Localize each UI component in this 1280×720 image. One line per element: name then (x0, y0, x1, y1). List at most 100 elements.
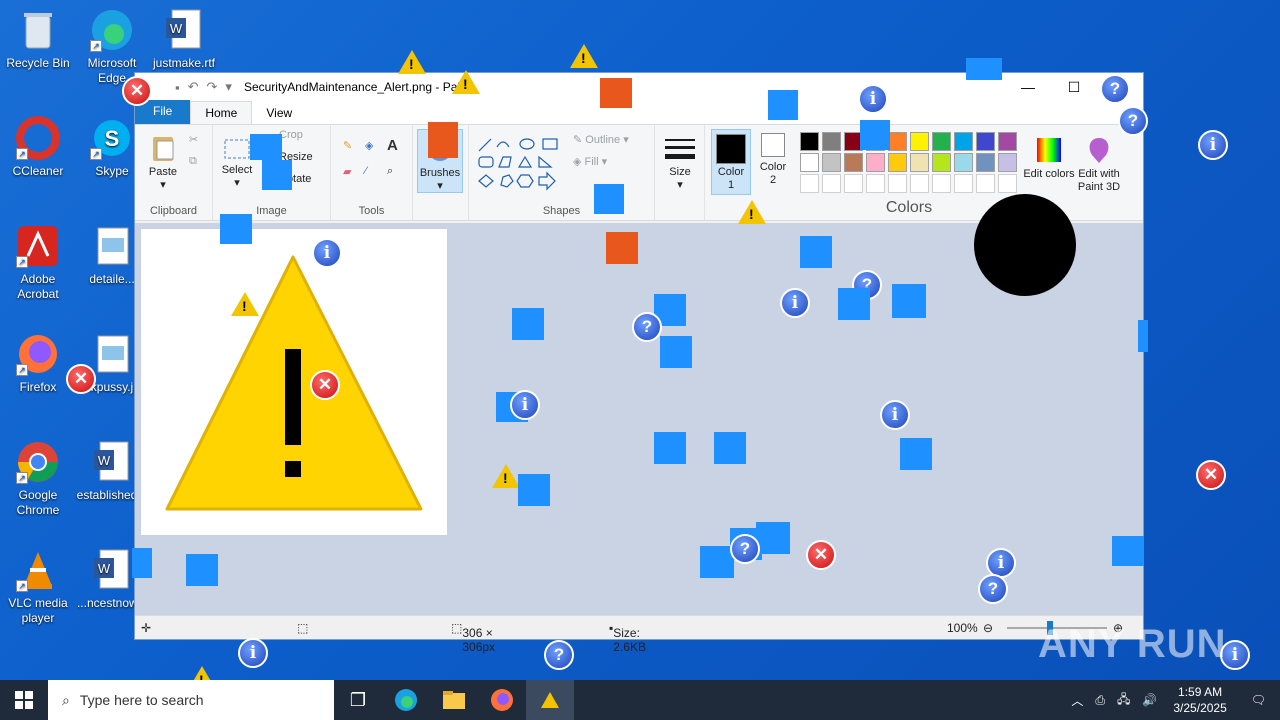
info-icon: i (880, 400, 910, 430)
color-swatch[interactable] (844, 174, 863, 193)
adobe-acrobat-icon: ↗ (16, 224, 60, 268)
color-swatch[interactable] (976, 132, 995, 151)
warning-image (165, 255, 423, 511)
color-swatch[interactable] (954, 132, 973, 151)
redo-icon[interactable]: ↷ (207, 79, 218, 95)
shortcut-arrow-icon: ↗ (16, 256, 28, 268)
desktop-icon-chrome[interactable]: ↗ Google Chrome (0, 440, 76, 518)
cut-icon[interactable]: ✂ (189, 133, 198, 146)
color-swatch[interactable] (910, 174, 929, 193)
shapes-gallery[interactable] (475, 135, 567, 191)
fill-button[interactable]: ◈ Fill ▾ (573, 155, 607, 168)
color-swatch[interactable] (910, 132, 929, 151)
warning-icon (398, 50, 426, 74)
notification-icon[interactable]: 🗨 (1237, 693, 1280, 707)
desktop-icon-ccleaner[interactable]: ↗ CCleaner (0, 116, 76, 179)
color-swatch[interactable] (998, 132, 1017, 151)
ribbon-tabs: File Home View (135, 100, 1143, 125)
color-swatch[interactable] (998, 174, 1017, 193)
zoom-out-button[interactable]: ⊖ (983, 621, 993, 635)
eraser-icon[interactable]: ▰ (343, 165, 351, 178)
watermark: ANY RUN (1038, 622, 1227, 666)
fill-bucket-icon[interactable]: ◈ (365, 139, 373, 152)
color-swatch[interactable] (910, 153, 929, 172)
glitch-tile (660, 336, 692, 368)
color-swatch[interactable] (888, 132, 907, 151)
task-view-button[interactable]: ❐ (334, 680, 382, 720)
color-swatch[interactable] (822, 174, 841, 193)
color-swatch[interactable] (822, 132, 841, 151)
start-button[interactable] (0, 680, 48, 720)
pencil-icon[interactable]: ✎ (343, 139, 352, 152)
tab-home[interactable]: Home (190, 101, 253, 124)
color-swatch[interactable] (998, 153, 1017, 172)
taskbar-paint[interactable] (526, 680, 574, 720)
minimize-button[interactable]: — (1005, 73, 1051, 101)
taskbar-edge[interactable] (382, 680, 430, 720)
glitch-tile (518, 474, 550, 506)
desktop-icon-label: Adobe Acrobat (17, 272, 59, 301)
color-swatch[interactable] (800, 153, 819, 172)
taskbar-firefox[interactable] (478, 680, 526, 720)
search-icon: ⌕ (62, 691, 70, 708)
device-icon[interactable]: ⎙ (1089, 693, 1111, 708)
chevron-up-icon[interactable]: ︿ (1065, 692, 1089, 709)
undo-icon[interactable]: ↶ (188, 79, 199, 95)
color1-button[interactable]: Color 1 (711, 129, 751, 195)
color-swatch[interactable] (954, 153, 973, 172)
network-icon[interactable]: 🖧 (1111, 690, 1136, 711)
image-file-icon (90, 332, 134, 376)
taskbar-file-explorer[interactable] (430, 680, 478, 720)
color-swatch[interactable] (932, 153, 951, 172)
text-tool-icon[interactable]: A (387, 137, 398, 154)
desktop-icon-label: VLC media player (8, 596, 68, 625)
color-picker-icon[interactable]: ⁄ (365, 165, 367, 177)
desktop-icon-justmake[interactable]: W justmake.rtf (146, 8, 222, 71)
tab-view[interactable]: View (252, 102, 306, 124)
clock[interactable]: 1:59 AM 3/25/2025 (1163, 684, 1236, 716)
color-swatch[interactable] (844, 153, 863, 172)
shortcut-arrow-icon: ↗ (90, 148, 102, 160)
color-swatch[interactable] (800, 132, 819, 151)
taskbar-search[interactable]: ⌕ Type here to search (48, 680, 334, 720)
edit-with-paint3d-button[interactable]: Edit with Paint 3D (1069, 135, 1129, 194)
color-swatch[interactable] (866, 174, 885, 193)
paste-button[interactable]: Paste ▾ (145, 133, 181, 191)
color-swatch[interactable] (932, 174, 951, 193)
volume-icon[interactable]: 🔊 (1136, 693, 1163, 707)
color-swatch[interactable] (822, 153, 841, 172)
color-swatch[interactable] (888, 174, 907, 193)
shortcut-arrow-icon: ↗ (16, 580, 28, 592)
color-swatch[interactable] (866, 153, 885, 172)
color-swatch[interactable] (976, 174, 995, 193)
error-icon: ✕ (66, 364, 96, 394)
glitch-tile (428, 122, 458, 158)
info-icon: i (312, 238, 342, 268)
color-swatch[interactable] (888, 153, 907, 172)
shapes-group: ✎ Outline ▾ ◈ Fill ▾ Shapes (469, 125, 655, 220)
crop-button[interactable]: Crop (279, 129, 303, 141)
color-swatch[interactable] (932, 132, 951, 151)
shortcut-arrow-icon: ↗ (16, 472, 28, 484)
word-document-icon: W (90, 440, 134, 484)
desktop-icon-vlc[interactable]: ↗ VLC media player (0, 548, 76, 626)
edit-colors-button[interactable]: Edit colors (1023, 135, 1075, 181)
color2-button[interactable]: Color 2 (755, 133, 791, 187)
maximize-button[interactable]: ☐ (1051, 73, 1097, 101)
magnifier-icon[interactable]: ⌕ (387, 165, 393, 178)
color-swatch[interactable] (954, 174, 973, 193)
image-canvas[interactable] (141, 229, 447, 535)
color-swatch[interactable] (800, 174, 819, 193)
desktop-icon-recycle-bin[interactable]: Recycle Bin (0, 8, 76, 71)
color-swatch[interactable] (976, 153, 995, 172)
warning-icon (738, 200, 766, 224)
desktop-icon-label: justmake.rtf (152, 56, 215, 70)
outline-button[interactable]: ✎ Outline ▾ (573, 133, 629, 146)
size-button[interactable]: Size ▾ (661, 133, 699, 191)
desktop-icon-acrobat[interactable]: ↗ Adobe Acrobat (0, 224, 76, 302)
customize-qat-icon[interactable]: ▾ (225, 79, 232, 95)
save-icon[interactable]: ▪ (175, 80, 180, 95)
copy-icon[interactable]: ⧉ (189, 155, 197, 168)
desktop-icon-firefox[interactable]: ↗ Firefox (0, 332, 76, 395)
glitch-tile (768, 90, 798, 120)
